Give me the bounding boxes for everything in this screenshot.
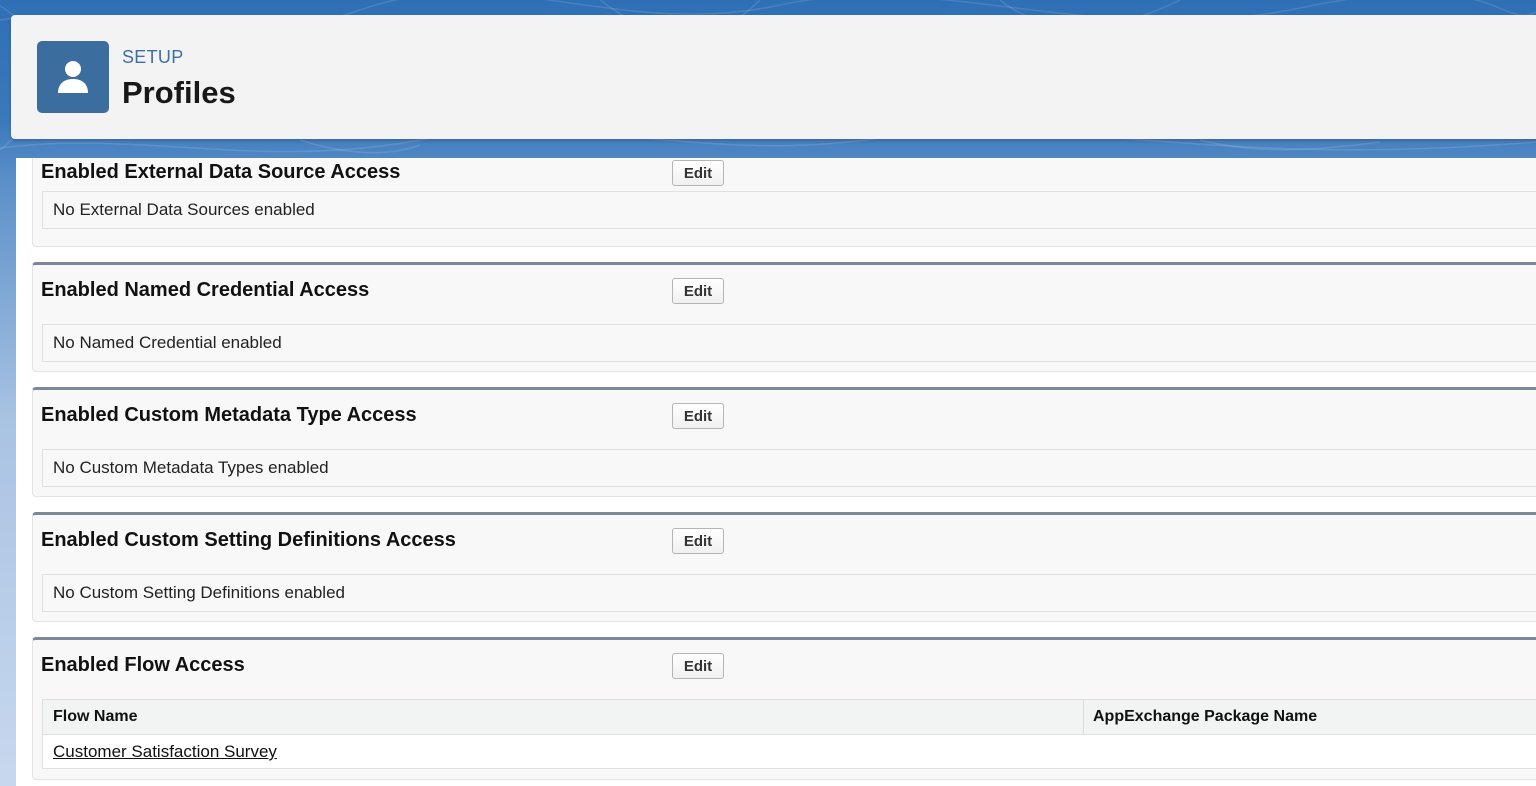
flow-link-customer-satisfaction-survey[interactable]: Customer Satisfaction Survey (53, 735, 277, 768)
edit-named-credential-access-button[interactable]: Edit (672, 278, 724, 304)
section-title: Enabled Flow Access (41, 654, 245, 676)
section-title: Enabled Custom Metadata Type Access (41, 404, 417, 426)
section-external-data-source-access: Enabled External Data Source Access Edit… (32, 158, 1536, 247)
page-header: SETUP Profiles (11, 15, 1536, 139)
section-flow-access: Enabled Flow Access Edit Flow Name AppEx… (32, 637, 1536, 780)
edit-custom-metadata-type-access-button[interactable]: Edit (672, 403, 724, 429)
section-custom-metadata-type-access: Enabled Custom Metadata Type Access Edit… (32, 387, 1536, 497)
table-row: Customer Satisfaction Survey (42, 735, 1536, 769)
section-empty-message: No Custom Metadata Types enabled (42, 449, 1536, 487)
edit-custom-setting-definitions-access-button[interactable]: Edit (672, 528, 724, 554)
section-named-credential-access: Enabled Named Credential Access Edit No … (32, 262, 1536, 372)
edit-flow-access-button[interactable]: Edit (672, 653, 724, 679)
user-icon (37, 41, 109, 113)
column-header-flow-name[interactable]: Flow Name (53, 700, 137, 734)
section-empty-message: No Custom Setting Definitions enabled (42, 574, 1536, 612)
edit-external-data-source-access-button[interactable]: Edit (672, 160, 724, 186)
column-header-appexchange-package-name[interactable]: AppExchange Package Name (1093, 700, 1317, 734)
section-empty-message: No External Data Sources enabled (42, 191, 1536, 229)
profile-detail-content: Enabled External Data Source Access Edit… (16, 158, 1536, 786)
column-divider (1083, 700, 1084, 734)
section-title: Enabled Named Credential Access (41, 279, 370, 301)
section-title: Enabled External Data Source Access (41, 161, 401, 183)
section-custom-setting-definitions-access: Enabled Custom Setting Definitions Acces… (32, 512, 1536, 622)
section-empty-message: No Named Credential enabled (42, 324, 1536, 362)
flow-table-header: Flow Name AppExchange Package Name (42, 699, 1536, 735)
header-eyebrow: SETUP (122, 47, 184, 67)
page-title: Profiles (122, 75, 236, 110)
section-title: Enabled Custom Setting Definitions Acces… (41, 529, 456, 551)
